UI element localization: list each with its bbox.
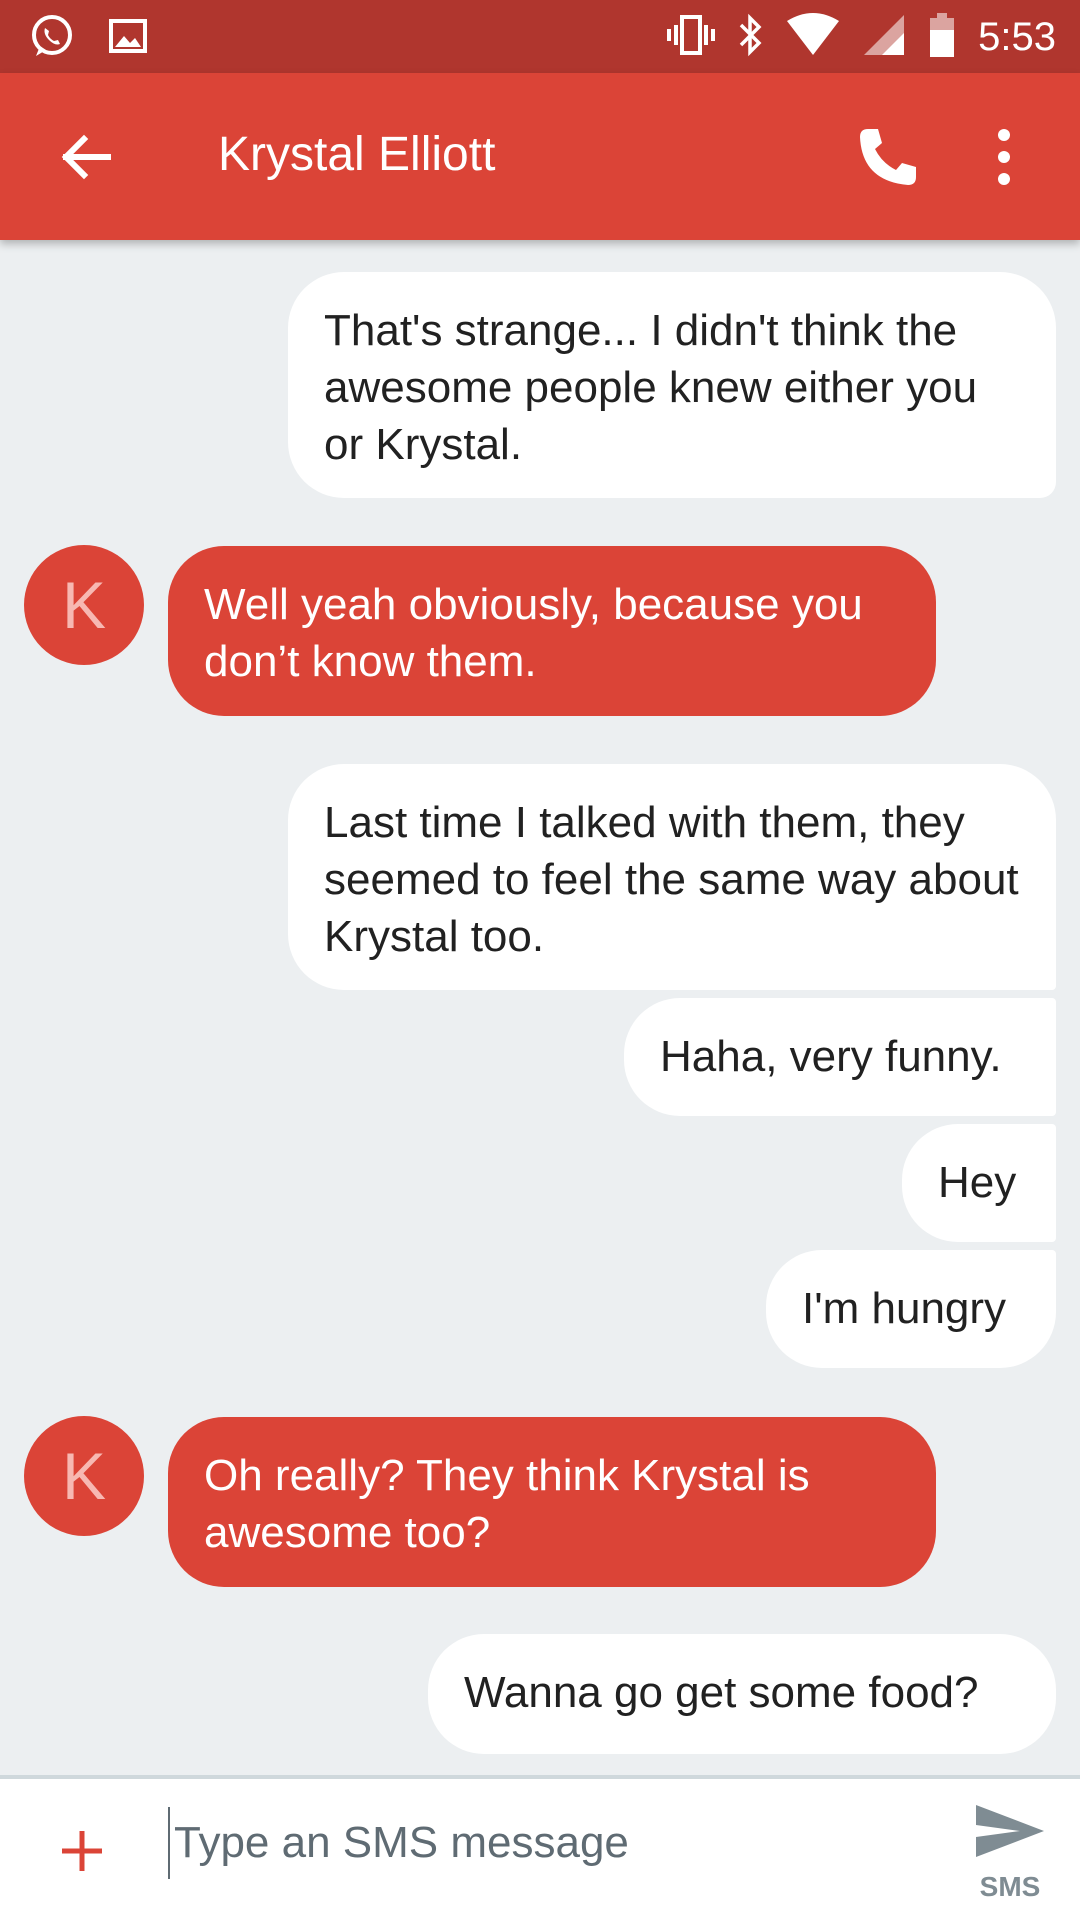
wifi-icon [786,12,840,62]
message-text: I'm hungry [802,1284,1007,1333]
contact-avatar[interactable]: K [24,545,144,665]
send-label[interactable]: SMS [970,1871,1050,1903]
avatar-initial: K [61,568,107,642]
send-icon[interactable] [970,1801,1050,1865]
outgoing-message[interactable]: Haha, very funny. [624,998,1056,1116]
add-attachment-icon[interactable] [54,1823,110,1879]
message-text: Last time I talked with them, they seeme… [324,798,1019,961]
message-text: Wanna go get some food? [464,1668,979,1717]
back-arrow-icon[interactable] [52,121,124,193]
message-thread[interactable]: That's strange... I didn't think the awe… [0,240,1080,1775]
app-bar: Krystal Elliott [0,73,1080,240]
outgoing-message[interactable]: That's strange... I didn't think the awe… [288,272,1056,498]
outgoing-message[interactable]: I'm hungry [766,1250,1056,1368]
message-text: Haha, very funny. [660,1032,1002,1081]
whatsapp-icon [28,12,76,65]
avatar-initial: K [61,1439,107,1513]
status-clock: 5:53 [978,14,1056,59]
incoming-message[interactable]: Oh really? They think Krystal is awesome… [168,1417,936,1587]
phone-icon[interactable] [852,121,924,193]
more-vert-icon[interactable] [980,121,1028,193]
contact-avatar[interactable]: K [24,1416,144,1536]
message-text: Oh really? They think Krystal is awesome… [204,1451,810,1557]
message-text: Well yeah obviously, because you don’t k… [204,580,863,686]
bluetooth-icon [738,13,764,62]
image-icon [108,16,148,61]
outgoing-message[interactable]: Hey [902,1124,1056,1242]
incoming-message[interactable]: Well yeah obviously, because you don’t k… [168,546,936,716]
cell-signal-icon [862,13,906,62]
conversation-title: Krystal Elliott [218,128,496,181]
vibrate-icon [666,13,716,62]
status-bar: 5:53 [0,0,1080,73]
message-input[interactable] [168,1807,946,1879]
battery-icon [928,12,956,63]
message-text: That's strange... I didn't think the awe… [324,306,978,469]
composer-bar: SMS [0,1775,1080,1924]
message-text: Hey [938,1158,1017,1207]
outgoing-message[interactable]: Wanna go get some food? [428,1634,1056,1754]
outgoing-message[interactable]: Last time I talked with them, they seeme… [288,764,1056,990]
